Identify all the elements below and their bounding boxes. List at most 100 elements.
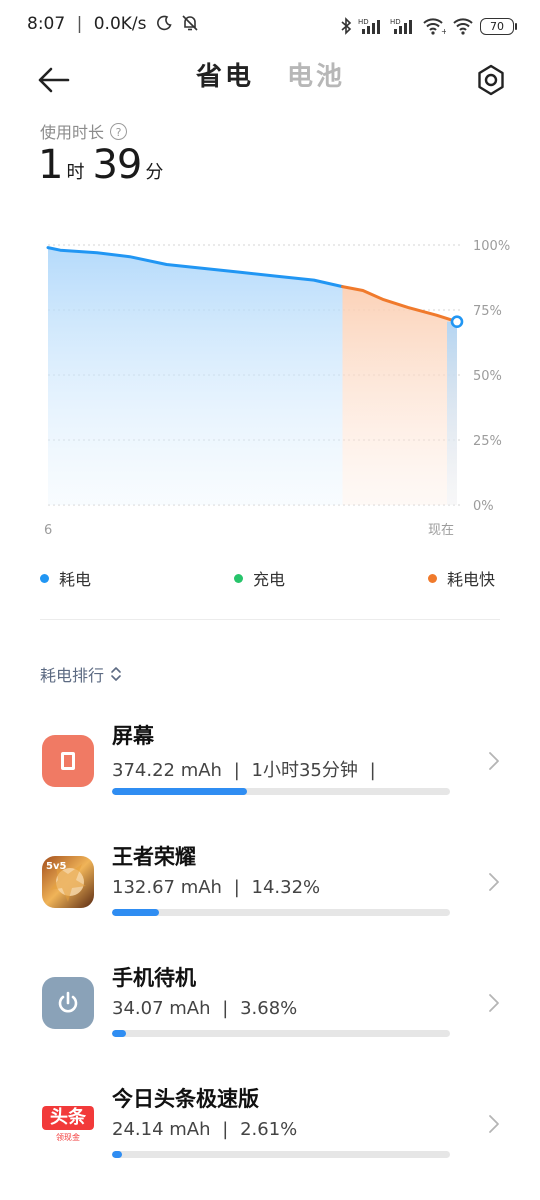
legend-label-drain: 耗电 bbox=[59, 570, 92, 589]
chevron-right-icon bbox=[489, 994, 499, 1012]
net-speed-text: 0.0K/s bbox=[93, 14, 147, 34]
ranking-title: 耗电排行 bbox=[40, 666, 105, 685]
usage-bar bbox=[112, 1030, 450, 1037]
back-button[interactable] bbox=[36, 62, 76, 100]
legend-dot-charge bbox=[234, 573, 243, 583]
legend-item-fast-drain: 耗电快 bbox=[428, 566, 495, 590]
detail-separator: | bbox=[233, 877, 240, 898]
legend-label-charge: 充电 bbox=[253, 570, 286, 589]
app-name: 王者荣耀 bbox=[112, 845, 196, 869]
clock-text: 8:07 bbox=[27, 14, 66, 34]
app-detail: 34.07 mAh | 3.68% bbox=[112, 998, 297, 1019]
usage-minutes-unit: 分 bbox=[145, 162, 164, 183]
legend-dot-fast-drain bbox=[428, 573, 437, 583]
status-icons: HD HD + 70 bbox=[340, 14, 517, 38]
wifi-icon bbox=[453, 18, 473, 35]
usage-bar-fill bbox=[112, 788, 248, 795]
usage-value: 1 时 39 分 bbox=[38, 142, 171, 188]
usage-bar bbox=[112, 788, 450, 795]
app-mah: 374.22 mAh bbox=[112, 760, 222, 781]
gear-icon bbox=[478, 64, 504, 96]
usage-hours: 1 bbox=[38, 142, 63, 188]
app-mah: 34.07 mAh bbox=[112, 998, 211, 1019]
app-mah: 132.67 mAh bbox=[112, 877, 222, 898]
moon-icon bbox=[156, 15, 172, 31]
settings-button[interactable] bbox=[474, 63, 508, 97]
app-extra: 1小时35分钟 bbox=[251, 760, 358, 781]
ranking-sort-toggle[interactable]: 耗电排行 bbox=[40, 662, 122, 686]
series-area-1 bbox=[342, 286, 457, 505]
detail-separator: | bbox=[233, 760, 240, 781]
tab-battery[interactable]: 电池 bbox=[287, 56, 345, 93]
chevron-right-icon bbox=[489, 752, 499, 770]
list-item-screen[interactable]: 屏幕 374.22 mAh | 1小时35分钟 | bbox=[0, 710, 540, 820]
current-strip bbox=[447, 321, 457, 505]
legend-label-fast-drain: 耗电快 bbox=[447, 570, 496, 589]
list-item-standby[interactable]: 手机待机 34.07 mAh | 3.68% bbox=[0, 952, 540, 1062]
legend-dot-drain bbox=[40, 573, 49, 583]
x-tick-label-start: 6 bbox=[44, 523, 52, 538]
app-name: 今日头条极速版 bbox=[112, 1087, 259, 1111]
y-tick-label: 75% bbox=[473, 304, 502, 319]
svg-text:HD: HD bbox=[390, 18, 401, 26]
app-extra: 3.68% bbox=[240, 998, 298, 1019]
bluetooth-icon bbox=[341, 17, 352, 35]
usage-label: 使用时长 ? bbox=[40, 119, 128, 143]
app-mah: 24.14 mAh bbox=[112, 1119, 211, 1140]
usage-bar-fill bbox=[112, 1030, 126, 1037]
sort-updown-icon bbox=[111, 667, 121, 681]
app-detail: 24.14 mAh | 2.61% bbox=[112, 1119, 297, 1140]
y-tick-label: 50% bbox=[473, 369, 502, 384]
y-tick-label: 0% bbox=[473, 499, 494, 514]
honor-of-kings-icon: 5v5 bbox=[42, 856, 94, 908]
app-name: 屏幕 bbox=[112, 724, 154, 748]
mute-bell-icon bbox=[182, 15, 198, 31]
divider bbox=[40, 619, 500, 620]
detail-separator: | bbox=[222, 998, 229, 1019]
app-detail: 132.67 mAh | 14.32% bbox=[112, 877, 320, 898]
signal-hd-icon-2: HD bbox=[390, 18, 412, 34]
y-tick-label: 25% bbox=[473, 434, 502, 449]
signal-hd-icon: HD bbox=[358, 18, 380, 34]
usage-label-text: 使用时长 bbox=[40, 123, 105, 142]
svg-text:+: + bbox=[441, 27, 446, 35]
usage-bar bbox=[112, 1151, 450, 1158]
usage-minutes: 39 bbox=[92, 142, 142, 188]
help-icon[interactable]: ? bbox=[110, 122, 128, 140]
arrow-left-icon bbox=[38, 67, 70, 93]
chevron-right-icon bbox=[489, 873, 499, 891]
list-item-honor-of-kings[interactable]: 5v5 王者荣耀 132.67 mAh | 14.32% bbox=[0, 831, 540, 941]
usage-bar-fill bbox=[112, 909, 160, 916]
screen-icon bbox=[42, 735, 94, 787]
app-extra: 14.32% bbox=[251, 877, 321, 898]
detail-tail: | bbox=[369, 760, 376, 781]
app-extra: 2.61% bbox=[240, 1119, 298, 1140]
usage-bar bbox=[112, 909, 450, 916]
toutiao-icon-sub: 领现金 bbox=[56, 1133, 80, 1142]
usage-hours-unit: 时 bbox=[66, 162, 85, 183]
detail-separator: | bbox=[222, 1119, 229, 1140]
svg-text:5v5: 5v5 bbox=[46, 861, 66, 872]
battery-chart: 100% 75% 50% 25% 0% 6 现在 bbox=[44, 239, 510, 538]
app-detail: 374.22 mAh | 1小时35分钟 | bbox=[112, 756, 376, 782]
status-bar: 8:07 | 0.0K/s HD HD + 70 bbox=[0, 0, 540, 52]
series-area-0 bbox=[48, 247, 343, 505]
chevron-right-icon bbox=[489, 1115, 499, 1133]
x-tick-label-now: 现在 bbox=[428, 523, 454, 538]
usage-bar-fill bbox=[112, 1151, 123, 1158]
tab-power-saving[interactable]: 省电 bbox=[196, 56, 254, 93]
status-time: 8:07 | 0.0K/s bbox=[27, 14, 199, 34]
battery-icon: 70 bbox=[480, 17, 517, 35]
toutiao-icon: 头条 领现金 bbox=[42, 1098, 94, 1150]
y-tick-label: 100% bbox=[473, 239, 510, 254]
svg-text:HD: HD bbox=[358, 18, 369, 26]
battery-level-text: 70 bbox=[490, 19, 504, 33]
toutiao-icon-text: 头条 bbox=[42, 1106, 94, 1130]
list-item-toutiao-lite[interactable]: 头条 领现金 今日头条极速版 24.14 mAh | 2.61% bbox=[0, 1073, 540, 1183]
wifi-plus-icon: + bbox=[423, 18, 446, 35]
power-icon bbox=[42, 977, 94, 1029]
legend-item-drain: 耗电 bbox=[40, 566, 91, 590]
chart-legend: 耗电 充电 耗电快 bbox=[0, 566, 540, 592]
app-name: 手机待机 bbox=[112, 966, 196, 990]
current-point-marker bbox=[450, 315, 464, 328]
